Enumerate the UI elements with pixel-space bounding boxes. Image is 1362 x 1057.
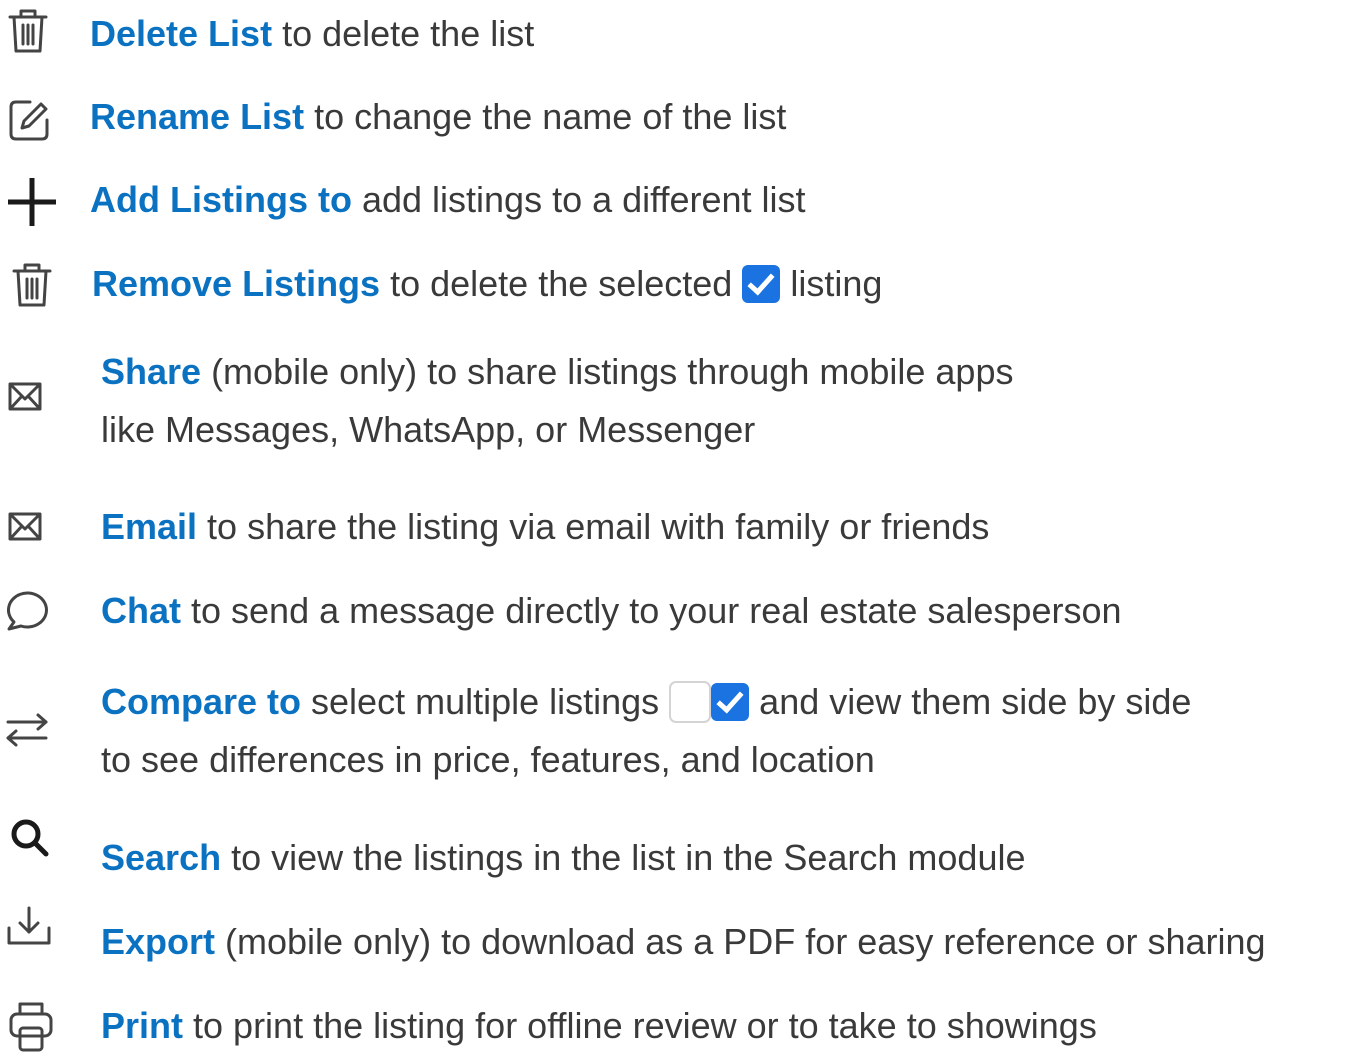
item-description: to share the listing via email with fami… (197, 506, 990, 547)
unchecked-checkbox-icon (669, 681, 712, 723)
item-keyword: Remove Listings (92, 263, 381, 304)
edit-icon (8, 98, 52, 142)
download-icon (6, 906, 52, 946)
item-description: to delete the selected (380, 263, 743, 304)
item-keyword: Chat (101, 590, 181, 631)
item-description-line2: like Messages, WhatsApp, or Messenger (101, 409, 756, 450)
item-keyword: Share (101, 351, 202, 392)
search-icon (10, 818, 50, 858)
item-description: to view the listings in the list in the … (221, 837, 1026, 878)
checked-checkbox-icon (742, 265, 781, 303)
item-description-end: listing (780, 263, 883, 304)
item-description: to delete the list (272, 13, 535, 54)
trash-icon (12, 262, 52, 308)
item-keyword: Email (101, 506, 198, 547)
plus-icon (6, 176, 58, 228)
item-keyword: Print (101, 1005, 184, 1046)
item-description: add listings to a different list (351, 179, 806, 220)
compare-arrows-icon (6, 712, 48, 748)
trash-icon (8, 8, 48, 54)
checked-checkbox-icon (711, 683, 750, 721)
item-keyword: Delete List (90, 13, 273, 54)
envelope-icon (8, 512, 42, 542)
chat-bubble-icon (6, 586, 52, 632)
item-keyword: Compare to (101, 681, 302, 722)
envelope-icon (8, 382, 42, 412)
printer-icon (8, 1000, 54, 1052)
item-keyword: Add Listings to (90, 179, 352, 220)
item-keyword: Search (101, 837, 222, 878)
item-description-end: and view them side by side (749, 681, 1192, 722)
item-keyword: Rename List (90, 96, 305, 137)
item-description: to send a message directly to your real … (181, 590, 1122, 631)
item-description: to change the name of the list (304, 96, 787, 137)
item-description: (mobile only) to download as a PDF for e… (215, 921, 1266, 962)
item-description: (mobile only) to share listings through … (201, 351, 1014, 392)
item-keyword: Export (101, 921, 216, 962)
item-description: to print the listing for offline review … (183, 1005, 1097, 1046)
item-description-line2: to see differences in price, features, a… (101, 739, 875, 780)
item-description: select multiple listings (301, 681, 670, 722)
